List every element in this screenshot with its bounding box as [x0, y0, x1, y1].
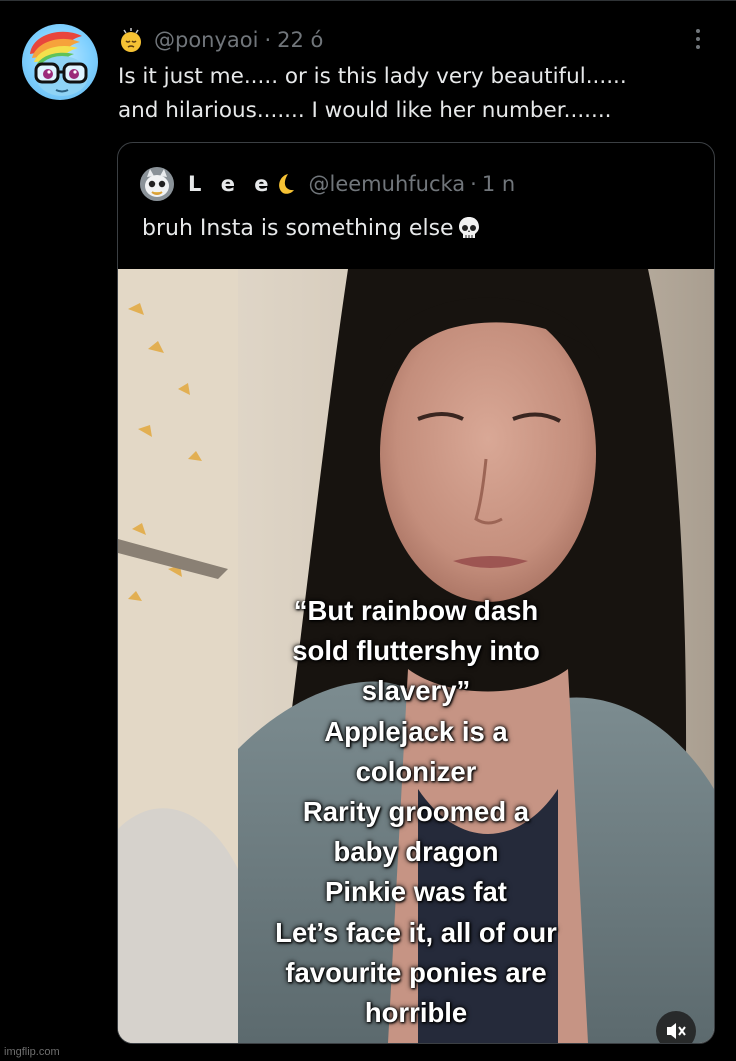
quoted-tweet-card[interactable]: L e e @leemuhfucka · 1 n bruh Insta is s… [117, 142, 715, 1044]
quoted-user-avatar[interactable] [140, 167, 174, 201]
quoted-tweet-text: bruh Insta is something else [142, 215, 482, 241]
quoted-handle[interactable]: @leemuhfucka [309, 172, 466, 196]
quoted-text-content: bruh Insta is something else [142, 215, 454, 241]
pensive-face-emoji-icon [121, 28, 141, 52]
quoted-media-video[interactable]: “But rainbow dash sold fluttershy into s… [118, 269, 714, 1043]
quoted-timestamp[interactable]: 1 n [482, 172, 515, 196]
top-divider [0, 0, 736, 1]
caption-line: horrible [364, 997, 468, 1029]
imgflip-watermark: imgflip.com [4, 1046, 60, 1058]
video-caption: “But rainbow dash sold fluttershy into s… [118, 591, 714, 1033]
caption-line: baby dragon [333, 836, 499, 868]
quoted-display-name[interactable]: L e e [188, 172, 275, 196]
header-separator: · [264, 28, 272, 52]
quoted-separator: · [470, 172, 477, 196]
caption-line: Applejack is a [324, 715, 508, 747]
caption-line: slavery” [361, 675, 471, 707]
caption-line: Let’s face it, all of our [275, 916, 557, 948]
crescent-moon-icon [278, 174, 294, 194]
tweet-header: @ponyaoi · 22 ó [118, 26, 323, 54]
user-avatar[interactable] [22, 24, 98, 100]
mute-toggle-icon[interactable] [656, 1011, 696, 1043]
tweet-text-line: and hilarious....... I would like her nu… [118, 98, 612, 123]
caption-line: favourite ponies are [285, 956, 547, 988]
caption-line: “But rainbow dash [293, 595, 539, 626]
more-options-icon[interactable] [686, 24, 710, 54]
tweet-timestamp[interactable]: 22 ó [277, 28, 323, 52]
tweet-handle[interactable]: @ponyaoi [154, 28, 258, 52]
caption-line: colonizer [355, 755, 477, 787]
cat-avatar-illustration [140, 167, 174, 201]
skull-icon [458, 217, 479, 238]
caption-line: sold fluttershy into [292, 635, 540, 667]
speaker-muted-icon [667, 1023, 686, 1039]
tweet-body: Is it just me..... or is this lady very … [118, 60, 718, 128]
tweet-text-line: Is it just me..... or is this lady very … [118, 64, 627, 89]
pony-avatar-illustration [30, 31, 88, 96]
quoted-tweet-header: L e e @leemuhfucka · 1 n [140, 167, 515, 201]
caption-line: Rarity groomed a [302, 796, 530, 828]
caption-line: Pinkie was fat [325, 876, 507, 908]
